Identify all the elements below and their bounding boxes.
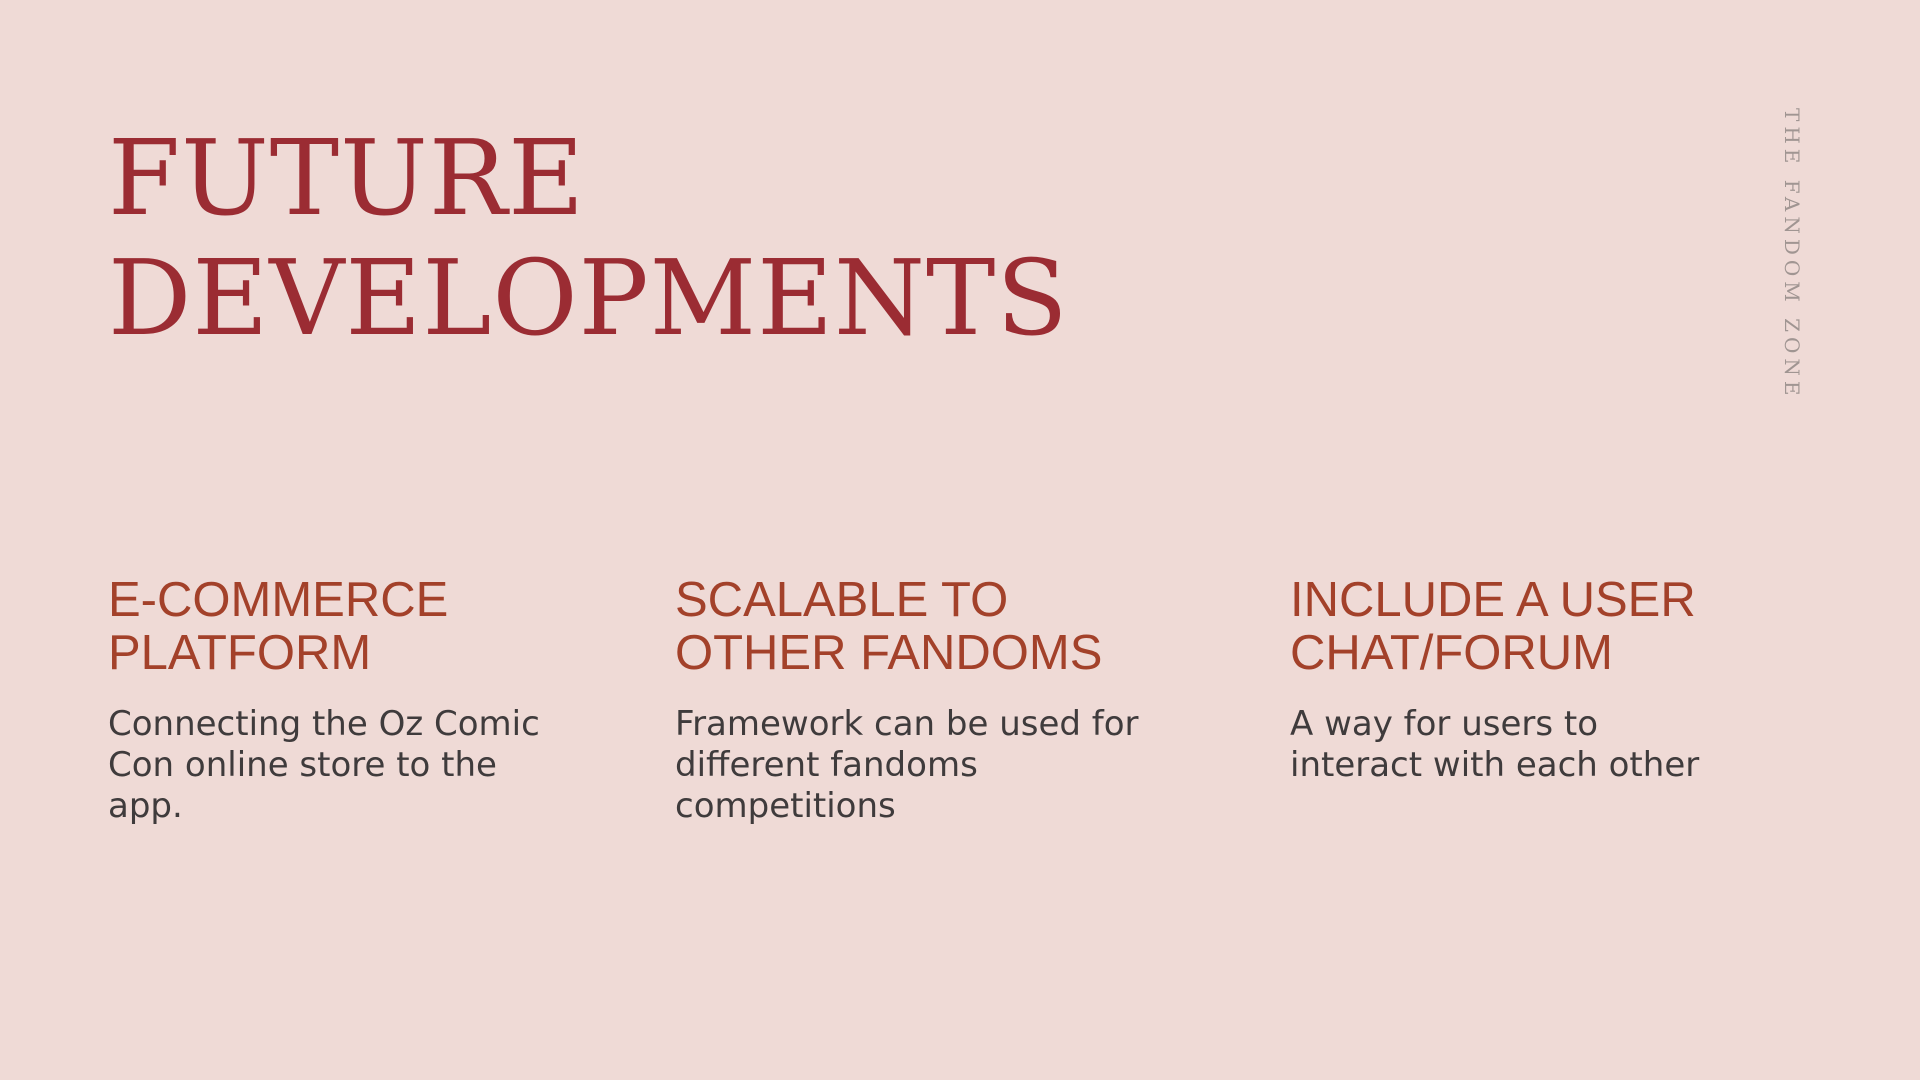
feature-heading: SCALABLE TO OTHER FANDOMS: [675, 573, 1103, 680]
slide-title-line-1: FUTURE: [108, 117, 586, 239]
slide: FUTURE DEVELOPMENTS THE FANDOM ZONE E-CO…: [0, 0, 1920, 1080]
brand-vertical-label: THE FANDOM ZONE: [1780, 108, 1804, 401]
feature-description: A way for users to interact with each ot…: [1290, 704, 1700, 785]
feature-description: Connecting the Oz Comic Con online store…: [108, 704, 540, 826]
slide-title: FUTURE DEVELOPMENTS: [108, 118, 1069, 358]
feature-column-ecommerce: E-COMMERCE PLATFORM Connecting the Oz Co…: [108, 574, 628, 827]
feature-heading: INCLUDE A USER CHAT/FORUM: [1290, 573, 1696, 680]
feature-column-chat-forum: INCLUDE A USER CHAT/FORUM A way for user…: [1290, 574, 1810, 786]
slide-title-line-2: DEVELOPMENTS: [108, 237, 1069, 359]
feature-heading: E-COMMERCE PLATFORM: [108, 573, 449, 680]
feature-description: Framework can be used for different fand…: [675, 704, 1139, 826]
feature-column-scalable: SCALABLE TO OTHER FANDOMS Framework can …: [675, 574, 1195, 827]
